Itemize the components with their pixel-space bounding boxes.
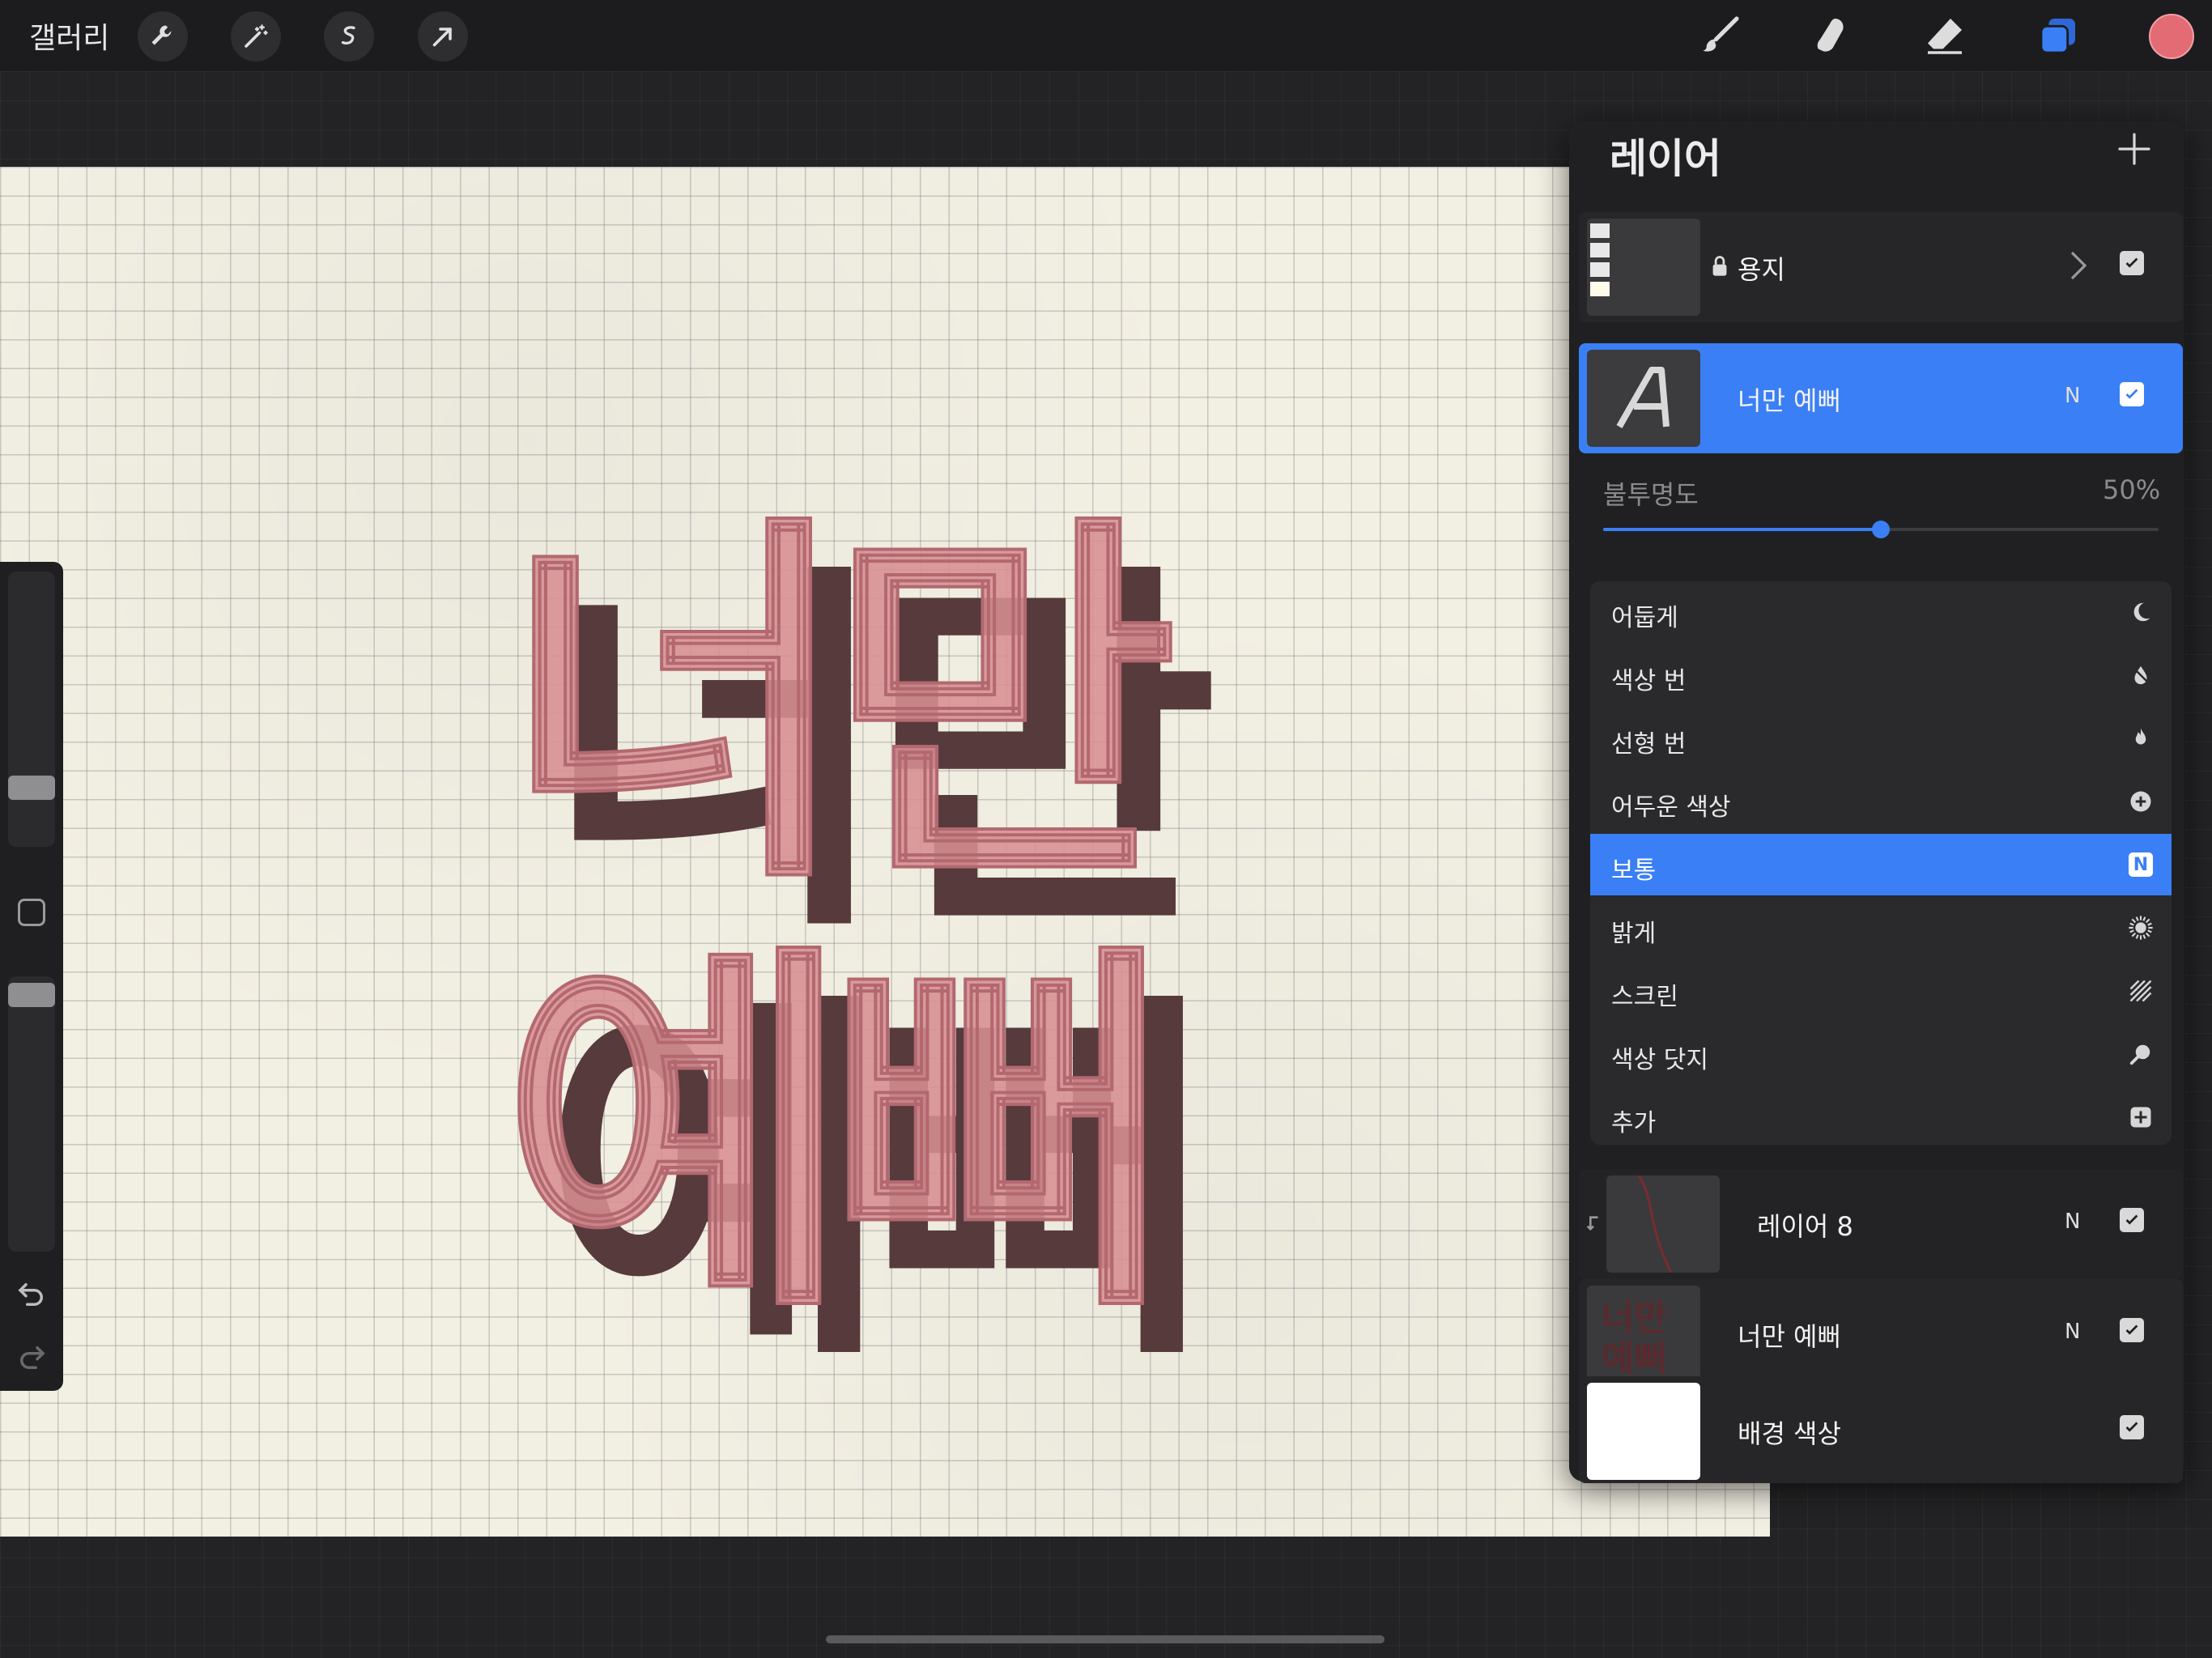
blend-mode-indicator[interactable]: N bbox=[2065, 1320, 2080, 1344]
layer-row-group[interactable]: 용지 bbox=[1579, 212, 2183, 322]
blend-mode-list: 어둡게 색상 번 선형 번 어두운 색상 보통 N 밝게 스크린 색상 닷지 추… bbox=[1590, 581, 2172, 1145]
opacity-slider[interactable] bbox=[8, 976, 55, 1252]
magnifier-icon bbox=[2126, 1039, 2155, 1069]
home-indicator bbox=[826, 1635, 1385, 1643]
blend-mode-indicator[interactable]: N bbox=[2065, 384, 2080, 408]
plus-square-icon bbox=[2126, 1103, 2155, 1132]
layer-name: 배경 색상 bbox=[1738, 1418, 1841, 1449]
wrench-icon[interactable] bbox=[138, 11, 188, 62]
blend-label: 선형 번 bbox=[1611, 730, 1687, 759]
lock-icon bbox=[1712, 256, 1727, 276]
modify-button[interactable] bbox=[18, 899, 45, 926]
brush-size-handle[interactable] bbox=[8, 776, 55, 800]
svg-text:예뻐: 예뻐 bbox=[502, 915, 1154, 1358]
burn-icon bbox=[2126, 661, 2155, 690]
blend-label: 스크린 bbox=[1611, 983, 1678, 1011]
color-picker-swatch[interactable] bbox=[2149, 14, 2194, 59]
redo-icon[interactable] bbox=[15, 1341, 49, 1375]
layer-visibility-checkbox[interactable] bbox=[2120, 251, 2144, 275]
blend-label: 어두운 색상 bbox=[1611, 793, 1731, 822]
svg-text:너만: 너만 bbox=[1602, 1298, 1667, 1339]
blend-label: 추가 bbox=[1611, 1109, 1657, 1137]
layer-row-artwork[interactable]: 너만 예뻐 너만 예뻐 N bbox=[1579, 1279, 2183, 1389]
blend-label: 어둡게 bbox=[1611, 604, 1678, 632]
magic-wand-icon[interactable] bbox=[231, 11, 281, 62]
drawing-canvas[interactable]: 너만 예뻐 너만 예뻐 bbox=[0, 167, 1770, 1537]
text-layer-thumbnail bbox=[1587, 350, 1700, 447]
blend-mode-darker-color[interactable]: 어두운 색상 bbox=[1590, 771, 2172, 832]
blend-mode-color-burn[interactable]: 색상 번 bbox=[1590, 644, 2172, 706]
blend-mode-lighten[interactable]: 밝게 bbox=[1590, 897, 2172, 959]
opacity-handle[interactable] bbox=[8, 983, 55, 1007]
clipping-mask-icon bbox=[1586, 1216, 1598, 1231]
layer-thumbnail bbox=[1606, 1175, 1720, 1273]
blend-label: 색상 번 bbox=[1611, 667, 1687, 695]
blend-mode-linear-burn[interactable]: 선형 번 bbox=[1590, 708, 2172, 769]
layer-visibility-checkbox[interactable] bbox=[2120, 1318, 2144, 1342]
gallery-button[interactable]: 갤러리 bbox=[29, 15, 109, 57]
layer-visibility-checkbox[interactable] bbox=[2120, 382, 2144, 406]
blend-label: 색상 닷지 bbox=[1611, 1046, 1708, 1074]
layer-visibility-checkbox[interactable] bbox=[2120, 1415, 2144, 1439]
blend-mode-color-dodge[interactable]: 색상 닷지 bbox=[1590, 1023, 2172, 1085]
blend-mode-add[interactable]: 추가 bbox=[1590, 1086, 2172, 1145]
smudge-icon[interactable] bbox=[1804, 8, 1859, 63]
blend-mode-darken[interactable]: 어둡게 bbox=[1590, 581, 2172, 643]
brush-icon[interactable] bbox=[1692, 8, 1747, 63]
svg-text:예뻐: 예뻐 bbox=[1602, 1338, 1667, 1380]
layer-name: 너만 예뻐 bbox=[1738, 385, 1841, 416]
flame-icon bbox=[2126, 724, 2155, 753]
layer-thumbnail: 너만 예뻐 bbox=[1587, 1286, 1700, 1383]
adjust-selection-icon[interactable] bbox=[324, 11, 374, 62]
layer-thumbnail bbox=[1587, 219, 1700, 316]
undo-icon[interactable] bbox=[15, 1278, 49, 1312]
plus-circle-icon bbox=[2126, 787, 2155, 816]
opacity-fill bbox=[1603, 528, 1881, 531]
opacity-knob[interactable] bbox=[1872, 521, 1890, 538]
layer-name: 레이어 8 bbox=[1757, 1211, 1853, 1242]
layer-opacity-slider[interactable] bbox=[1603, 521, 2159, 538]
top-toolbar: 갤러리 bbox=[0, 0, 2212, 71]
background-color-swatch[interactable] bbox=[1587, 1383, 1700, 1480]
add-layer-icon[interactable] bbox=[2115, 130, 2154, 168]
layer-row-active[interactable]: 너만 예뻐 N bbox=[1579, 343, 2183, 453]
panel-title: 레이어 bbox=[1610, 135, 1721, 182]
layer-row-background[interactable]: 배경 색상 bbox=[1579, 1376, 2183, 1483]
text-a-icon bbox=[1616, 367, 1670, 428]
opacity-value: 50% bbox=[2103, 474, 2161, 505]
brush-size-slider[interactable] bbox=[8, 572, 55, 847]
transform-arrow-icon[interactable] bbox=[418, 11, 468, 62]
blend-mode-screen[interactable]: 스크린 bbox=[1590, 960, 2172, 1022]
layer-name: 용지 bbox=[1738, 254, 1785, 285]
chevron-right-icon[interactable] bbox=[2068, 249, 2089, 282]
sun-icon bbox=[2126, 913, 2155, 942]
moon-icon bbox=[2126, 597, 2155, 627]
layers-icon[interactable] bbox=[2031, 8, 2086, 63]
eraser-icon[interactable] bbox=[1917, 8, 1972, 63]
layer-name: 너만 예뻐 bbox=[1738, 1321, 1841, 1352]
blend-mode-indicator[interactable]: N bbox=[2065, 1209, 2080, 1234]
left-sidebar bbox=[0, 562, 63, 1391]
stripes-icon bbox=[2126, 976, 2155, 1005]
svg-text:너만: 너만 bbox=[502, 486, 1172, 929]
normal-n-icon: N bbox=[2126, 850, 2155, 879]
opacity-label: 불투명도 bbox=[1603, 479, 1699, 510]
blend-mode-normal[interactable]: 보통 N bbox=[1590, 834, 2172, 895]
layer-visibility-checkbox[interactable] bbox=[2120, 1208, 2144, 1232]
lettering-artwork: 너만 예뻐 너만 예뻐 bbox=[500, 484, 1237, 1406]
blend-label: 보통 bbox=[1611, 857, 1657, 885]
layer-row-8[interactable]: 레이어 8 N bbox=[1579, 1169, 2183, 1279]
blend-label: 밝게 bbox=[1611, 920, 1657, 948]
